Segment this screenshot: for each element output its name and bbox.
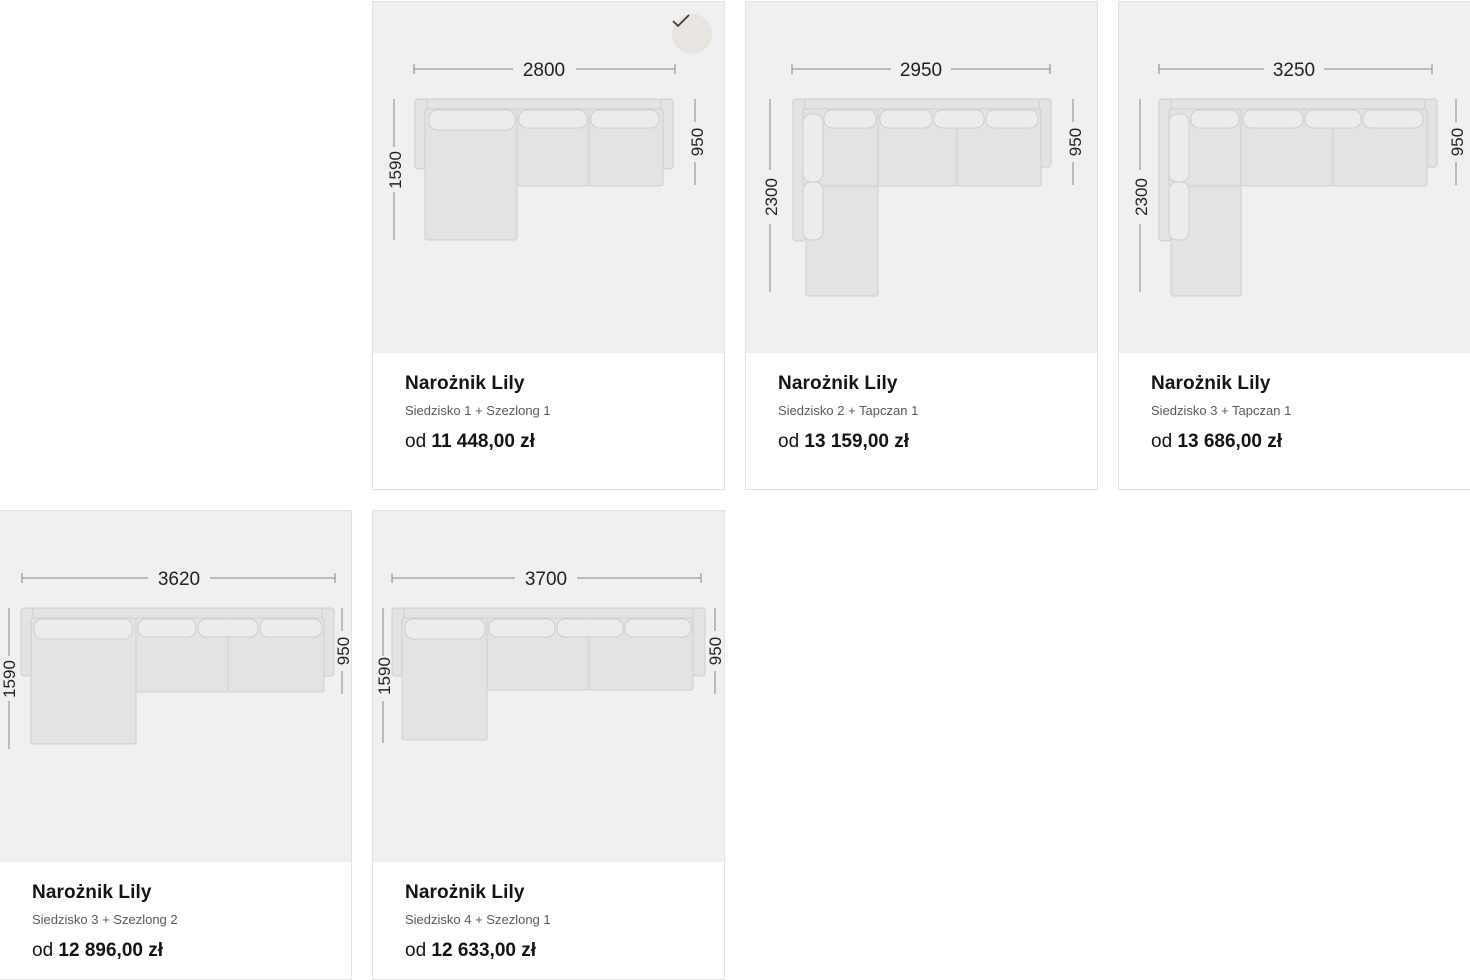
sofa-shape bbox=[792, 98, 1052, 297]
price-amount: 13 159,00 zł bbox=[804, 431, 910, 452]
product-card[interactable]: 3250 2300 950 Narożnik Lily Siedzisko 3 … bbox=[1118, 1, 1470, 490]
product-price: od 12 896,00 zł bbox=[32, 939, 335, 963]
product-card[interactable]: 3620 1590 950 Narożnik Lily Siedzisko 3 … bbox=[0, 510, 352, 980]
product-image: 2800 1590 950 bbox=[373, 2, 724, 353]
sofa-shape bbox=[20, 607, 335, 745]
price-prefix: od bbox=[32, 940, 54, 961]
product-configuration: Siedzisko 1 + Szezlong 1 bbox=[405, 403, 551, 418]
width-dimension: 2800 bbox=[523, 60, 565, 81]
width-dimension: 3250 bbox=[1273, 60, 1315, 81]
sofa-shape bbox=[414, 98, 674, 241]
width-dimension: 2950 bbox=[900, 60, 942, 81]
product-title: Narożnik Lily bbox=[1151, 373, 1271, 394]
product-configuration: Siedzisko 3 + Szezlong 2 bbox=[32, 912, 178, 927]
width-dimension: 3620 bbox=[158, 569, 200, 590]
depth-dimension-left: 2300 bbox=[1132, 178, 1151, 216]
product-price: od 13 686,00 zł bbox=[1151, 430, 1454, 454]
product-configuration: Siedzisko 2 + Tapczan 1 bbox=[778, 403, 919, 418]
selected-badge bbox=[672, 14, 712, 54]
product-card[interactable]: 2800 1590 950 Narożnik Lily Siedzisko 1 … bbox=[372, 1, 725, 490]
product-image: 3620 1590 950 bbox=[0, 511, 351, 862]
price-prefix: od bbox=[1151, 431, 1173, 452]
price-prefix: od bbox=[405, 431, 427, 452]
depth-dimension-left: 1590 bbox=[386, 151, 405, 189]
sofa-shape bbox=[391, 607, 706, 741]
price-amount: 12 896,00 zł bbox=[58, 940, 164, 961]
price-amount: 12 633,00 zł bbox=[431, 940, 537, 961]
sofa-diagram: 3700 1590 950 bbox=[375, 569, 724, 743]
checkmark-icon bbox=[672, 14, 690, 28]
width-dimension: 3700 bbox=[525, 569, 567, 590]
sofa-diagram: 3620 1590 950 bbox=[0, 569, 351, 749]
product-configuration: Siedzisko 3 + Tapczan 1 bbox=[1151, 403, 1292, 418]
depth-dimension-right: 950 bbox=[706, 637, 724, 665]
product-image: 3700 1590 950 bbox=[373, 511, 724, 862]
product-image: 2950 2300 950 bbox=[746, 2, 1097, 353]
price-amount: 11 448,00 zł bbox=[431, 431, 535, 452]
depth-dimension-left: 1590 bbox=[375, 657, 394, 695]
depth-dimension-right: 950 bbox=[334, 637, 351, 665]
product-title: Narożnik Lily bbox=[778, 373, 898, 394]
depth-dimension-left: 2300 bbox=[762, 178, 781, 216]
sofa-diagram: 2800 1590 950 bbox=[386, 60, 707, 241]
product-price: od 11 448,00 zł bbox=[405, 430, 708, 454]
product-title: Narożnik Lily bbox=[405, 882, 525, 903]
depth-dimension-right: 950 bbox=[1448, 128, 1467, 156]
price-amount: 13 686,00 zł bbox=[1177, 431, 1283, 452]
price-prefix: od bbox=[778, 431, 800, 452]
sofa-diagram: 2950 2300 950 bbox=[762, 60, 1085, 297]
product-card[interactable]: 2950 2300 950 Narożnik Lily Siedzisko 2 … bbox=[745, 1, 1098, 490]
sofa-shape bbox=[1158, 98, 1438, 297]
depth-dimension-right: 950 bbox=[688, 128, 707, 156]
product-card[interactable]: 3700 1590 950 Narożnik Lily Siedzisko 4 … bbox=[372, 510, 725, 980]
product-price: od 13 159,00 zł bbox=[778, 430, 1081, 454]
sofa-diagram: 3250 2300 950 bbox=[1132, 60, 1467, 297]
product-price: od 12 633,00 zł bbox=[405, 939, 708, 963]
product-image: 3250 2300 950 bbox=[1119, 2, 1470, 353]
product-configuration: Siedzisko 4 + Szezlong 1 bbox=[405, 912, 551, 927]
price-prefix: od bbox=[405, 940, 427, 961]
product-title: Narożnik Lily bbox=[32, 882, 152, 903]
depth-dimension-right: 950 bbox=[1066, 128, 1085, 156]
product-title: Narożnik Lily bbox=[405, 373, 525, 394]
depth-dimension-left: 1590 bbox=[0, 660, 19, 698]
